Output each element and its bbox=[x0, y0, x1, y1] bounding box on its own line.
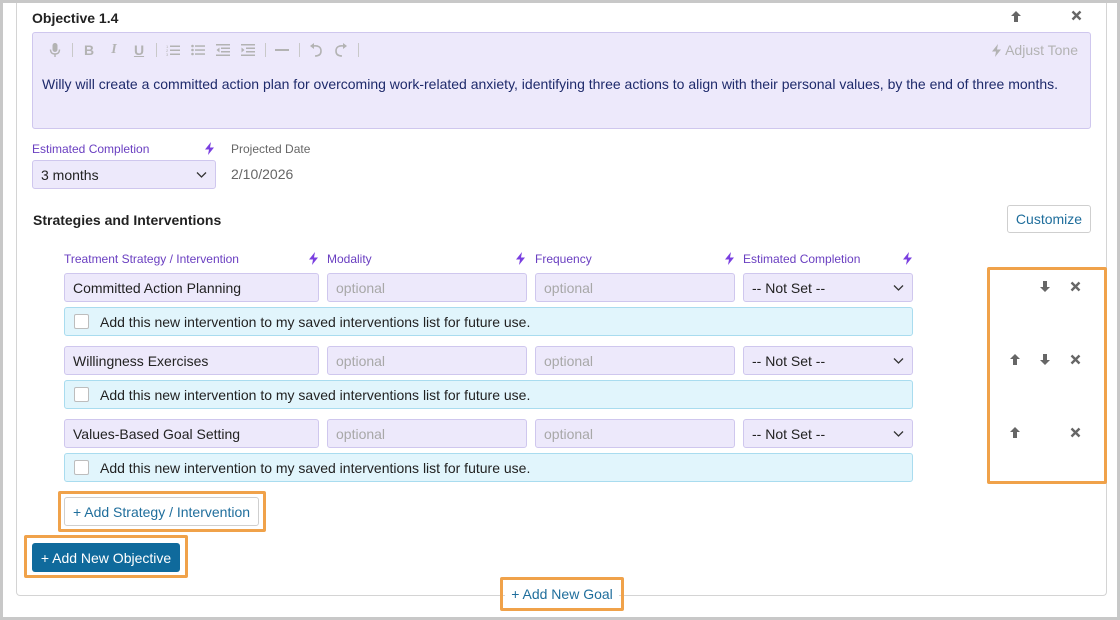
col-header-strategy: Treatment Strategy / Intervention bbox=[64, 252, 239, 266]
arrow-up-icon bbox=[1010, 427, 1020, 438]
indent-icon[interactable] bbox=[238, 44, 258, 56]
remove-objective-button[interactable] bbox=[1068, 10, 1084, 21]
toolbar-divider bbox=[265, 43, 266, 57]
arrow-down-icon bbox=[1040, 281, 1050, 292]
italic-icon[interactable]: I bbox=[104, 42, 124, 58]
save-intervention-label: Add this new intervention to my saved in… bbox=[100, 459, 531, 476]
outdent-icon[interactable] bbox=[213, 44, 233, 56]
remove-row-button[interactable] bbox=[1067, 281, 1083, 292]
estimated-completion-value: -- Not Set -- bbox=[752, 279, 826, 296]
toolbar-divider bbox=[156, 43, 157, 57]
strategy-name-input[interactable]: Committed Action Planning bbox=[64, 273, 319, 302]
estimated-completion-label: Estimated Completion bbox=[32, 142, 150, 156]
arrow-down-icon bbox=[1040, 354, 1050, 365]
move-down-button[interactable] bbox=[1037, 280, 1053, 293]
move-up-button[interactable] bbox=[1007, 353, 1023, 366]
modality-input[interactable]: optional bbox=[327, 273, 527, 302]
toolbar-divider bbox=[72, 43, 73, 57]
frequency-input[interactable]: optional bbox=[535, 419, 735, 448]
lightning-icon[interactable] bbox=[309, 252, 318, 265]
estimated-completion-select[interactable]: -- Not Set -- bbox=[743, 273, 913, 302]
arrow-up-icon bbox=[1010, 354, 1020, 365]
chevron-down-icon bbox=[893, 430, 904, 437]
underline-icon[interactable]: U bbox=[129, 42, 149, 58]
redo-icon[interactable] bbox=[331, 43, 351, 57]
add-goal-button[interactable]: + Add New Goal bbox=[505, 582, 619, 606]
close-icon bbox=[1071, 10, 1081, 21]
col-header-modality: Modality bbox=[327, 252, 372, 266]
numbered-list-icon[interactable]: 123 bbox=[163, 44, 183, 56]
lightning-icon[interactable] bbox=[903, 252, 912, 265]
estimated-completion-select[interactable]: -- Not Set -- bbox=[743, 419, 913, 448]
objective-title: Objective 1.4 bbox=[32, 10, 119, 26]
close-icon bbox=[1070, 354, 1080, 365]
col-header-frequency: Frequency bbox=[535, 252, 592, 266]
col-header-estimated-completion: Estimated Completion bbox=[743, 252, 861, 266]
add-strategy-button[interactable]: + Add Strategy / Intervention bbox=[64, 497, 259, 526]
close-icon bbox=[1070, 427, 1080, 438]
save-intervention-checkbox[interactable] bbox=[74, 314, 89, 329]
projected-date-value: 2/10/2026 bbox=[231, 166, 294, 182]
editor-toolbar: B I U 123 Adjust Tone bbox=[33, 33, 1090, 67]
lightning-icon[interactable] bbox=[725, 252, 734, 265]
objective-text: Willy will create a committed action pla… bbox=[42, 76, 1059, 92]
save-intervention-row: Add this new intervention to my saved in… bbox=[64, 380, 913, 409]
save-intervention-label: Add this new intervention to my saved in… bbox=[100, 386, 531, 403]
toolbar-divider bbox=[358, 43, 359, 57]
move-up-button[interactable] bbox=[1007, 426, 1023, 439]
save-intervention-row: Add this new intervention to my saved in… bbox=[64, 307, 913, 336]
remove-row-button[interactable] bbox=[1067, 354, 1083, 365]
chevron-down-icon bbox=[893, 284, 904, 291]
lightning-icon[interactable] bbox=[516, 252, 525, 265]
objective-editor[interactable]: B I U 123 Adjust Tone Willy will create … bbox=[32, 32, 1091, 129]
modality-input[interactable]: optional bbox=[327, 419, 527, 448]
move-down-button[interactable] bbox=[1037, 353, 1053, 366]
save-intervention-label: Add this new intervention to my saved in… bbox=[100, 313, 531, 330]
lightning-icon bbox=[992, 43, 1002, 57]
bold-icon[interactable]: B bbox=[79, 42, 99, 58]
add-objective-button[interactable]: + Add New Objective bbox=[32, 543, 180, 572]
estimated-completion-value: -- Not Set -- bbox=[752, 352, 826, 369]
microphone-icon[interactable] bbox=[45, 42, 65, 58]
strategies-title: Strategies and Interventions bbox=[33, 212, 222, 228]
arrow-up-icon bbox=[1011, 11, 1021, 22]
adjust-tone-label: Adjust Tone bbox=[1005, 42, 1078, 58]
lightning-icon[interactable] bbox=[205, 142, 214, 155]
undo-icon[interactable] bbox=[306, 43, 326, 57]
customize-button[interactable]: Customize bbox=[1007, 205, 1091, 233]
estimated-completion-value: 3 months bbox=[41, 166, 99, 183]
save-intervention-checkbox[interactable] bbox=[74, 387, 89, 402]
chevron-down-icon bbox=[196, 171, 207, 178]
estimated-completion-value: -- Not Set -- bbox=[752, 425, 826, 442]
estimated-completion-select[interactable]: -- Not Set -- bbox=[743, 346, 913, 375]
projected-date-label: Projected Date bbox=[231, 142, 311, 156]
save-intervention-checkbox[interactable] bbox=[74, 460, 89, 475]
svg-text:3: 3 bbox=[166, 52, 169, 56]
modality-input[interactable]: optional bbox=[327, 346, 527, 375]
adjust-tone-button[interactable]: Adjust Tone bbox=[992, 42, 1078, 58]
close-icon bbox=[1070, 281, 1080, 292]
save-intervention-row: Add this new intervention to my saved in… bbox=[64, 453, 913, 482]
bullet-list-icon[interactable] bbox=[188, 44, 208, 56]
estimated-completion-select[interactable]: 3 months bbox=[32, 160, 216, 189]
toolbar-divider bbox=[299, 43, 300, 57]
chevron-down-icon bbox=[893, 357, 904, 364]
move-up-objective-button[interactable] bbox=[1008, 10, 1024, 23]
frequency-input[interactable]: optional bbox=[535, 273, 735, 302]
strategy-name-input[interactable]: Values-Based Goal Setting bbox=[64, 419, 319, 448]
strategy-name-input[interactable]: Willingness Exercises bbox=[64, 346, 319, 375]
horizontal-rule-icon[interactable] bbox=[272, 48, 292, 52]
remove-row-button[interactable] bbox=[1067, 427, 1083, 438]
frequency-input[interactable]: optional bbox=[535, 346, 735, 375]
